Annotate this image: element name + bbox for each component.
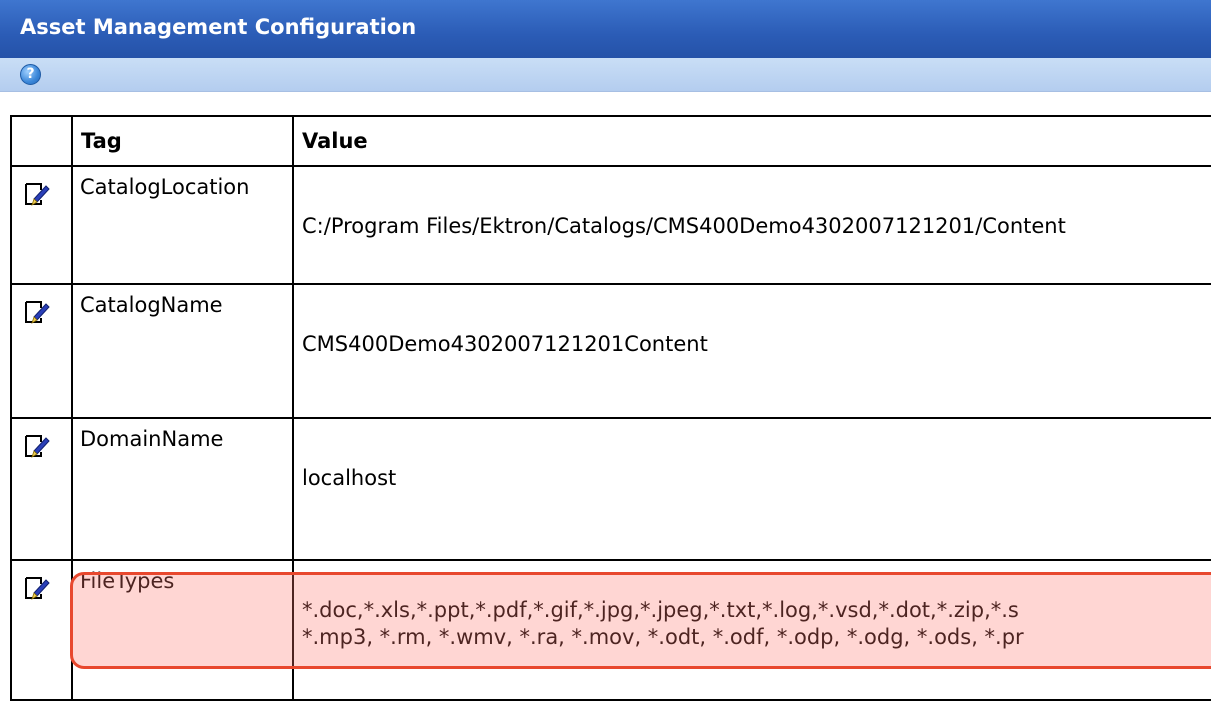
- edit-cell[interactable]: [10, 417, 73, 561]
- edit-icon[interactable]: [24, 432, 50, 458]
- tag-cell: DomainName: [71, 417, 294, 561]
- value-cell: *.doc,*.xls,*.ppt,*.pdf,*.gif,*.jpg,*.jp…: [292, 559, 1211, 701]
- edit-cell[interactable]: [10, 283, 73, 419]
- table-row: CatalogName CMS400Demo4302007121201Conte…: [10, 283, 1211, 419]
- edit-icon[interactable]: [24, 574, 50, 600]
- value-text: *.doc,*.xls,*.ppt,*.pdf,*.gif,*.jpg,*.jp…: [302, 598, 1019, 622]
- toolbar: ?: [0, 58, 1211, 92]
- tag-cell: CatalogLocation: [71, 165, 294, 285]
- table-row: FileTypes *.doc,*.xls,*.ppt,*.pdf,*.gif,…: [10, 559, 1211, 701]
- table-row: CatalogLocation C:/Program Files/Ektron/…: [10, 165, 1211, 285]
- edit-icon[interactable]: [24, 180, 50, 206]
- value-cell: localhost: [292, 417, 1211, 561]
- value-text: C:/Program Files/Ektron/Catalogs/CMS400D…: [302, 214, 1066, 238]
- tag-cell: FileTypes: [71, 559, 294, 701]
- value-text-line2: *.mp3, *.rm, *.wmv, *.ra, *.mov, *.odt, …: [302, 625, 1024, 649]
- value-cell: CMS400Demo4302007121201Content: [292, 283, 1211, 419]
- icon-column-header: [10, 115, 73, 167]
- header-row: Tag Value: [10, 115, 1211, 167]
- value-text: localhost: [302, 466, 397, 490]
- config-table: Tag Value CatalogLocation C:/Program Fil…: [10, 115, 1211, 701]
- window-title: Asset Management Configuration: [20, 15, 417, 39]
- value-text: CMS400Demo4302007121201Content: [302, 332, 708, 356]
- table-row: DomainName localhost: [10, 417, 1211, 561]
- edit-icon[interactable]: [24, 298, 50, 324]
- title-bar: Asset Management Configuration: [0, 0, 1211, 58]
- value-column-header: Value: [292, 115, 1211, 167]
- edit-cell[interactable]: [10, 165, 73, 285]
- value-cell: C:/Program Files/Ektron/Catalogs/CMS400D…: [292, 165, 1211, 285]
- tag-column-header: Tag: [71, 115, 294, 167]
- edit-cell[interactable]: [10, 559, 73, 701]
- help-icon[interactable]: ?: [20, 64, 41, 85]
- tag-cell: CatalogName: [71, 283, 294, 419]
